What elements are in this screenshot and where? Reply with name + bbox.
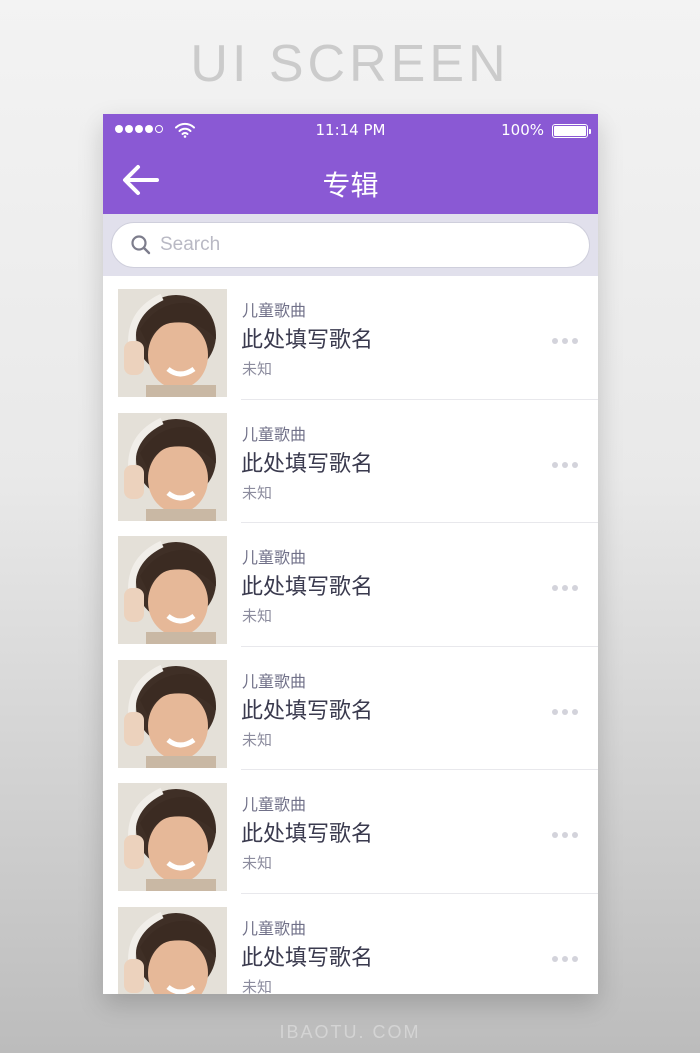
song-list-item[interactable]: 儿童歌曲 此处填写歌名 未知 [103,770,598,894]
song-artist: 未知 [242,977,273,995]
album-cover-image [118,536,227,644]
song-title: 此处填写歌名 [241,822,374,847]
album-cover-image [118,412,227,521]
song-title: 此处填写歌名 [241,328,374,353]
song-title: 此处填写歌名 [241,575,374,600]
song-artist: 未知 [242,730,273,749]
song-category: 儿童歌曲 [242,671,307,691]
album-cover-image [118,289,227,397]
more-options-button[interactable] [548,705,582,719]
search-bar[interactable] [111,222,590,268]
song-artist: 未知 [242,854,273,872]
more-dots-icon [552,338,558,344]
more-options-button[interactable] [548,581,582,595]
song-artist: 未知 [242,607,273,625]
poster-footer: IBAOTU. COM [279,1022,421,1042]
song-category: 儿童歌曲 [242,301,307,320]
more-options-button[interactable] [548,334,582,348]
battery-percent: 100% [501,121,544,139]
phone-screen: 11:14 PM 100% 专辑 Search 儿童歌曲 此处填写歌名 未知 儿… [103,114,598,994]
search-area [103,214,598,276]
song-title: 此处填写歌名 [241,451,374,477]
battery-icon [552,124,591,138]
album-cover-image [118,659,227,768]
song-list-item[interactable]: 儿童歌曲 此处填写歌名 未知 [103,523,598,647]
song-category: 儿童歌曲 [242,424,307,444]
song-list-item[interactable]: 儿童歌曲 此处填写歌名 未知 [103,894,598,995]
page-title: 专辑 [322,169,379,202]
more-dots-icon [552,955,558,962]
song-artist: 未知 [242,360,273,378]
song-list-item[interactable]: 儿童歌曲 此处填写歌名 未知 [103,400,598,523]
search-input[interactable] [160,234,540,256]
top-bar: 11:14 PM 100% 专辑 [103,114,598,214]
song-title: 此处填写歌名 [241,945,374,971]
song-list: 儿童歌曲 此处填写歌名 未知 儿童歌曲 此处填写歌名 未知 儿童歌曲 此处填写歌… [103,276,598,994]
song-artist: 未知 [242,483,273,502]
song-category: 儿童歌曲 [242,918,307,938]
more-dots-icon [552,461,558,468]
more-dots-icon [552,832,558,838]
more-dots-icon [552,585,558,591]
more-options-button[interactable] [548,952,582,966]
nav-bar: 专辑 [103,148,598,214]
song-category: 儿童歌曲 [242,548,307,567]
status-bar: 11:14 PM 100% [103,114,598,148]
search-icon [131,235,151,255]
more-dots-icon [552,708,558,715]
album-cover-image [118,783,227,891]
song-category: 儿童歌曲 [242,795,307,814]
song-title: 此处填写歌名 [241,698,374,724]
more-options-button[interactable] [548,458,582,472]
album-cover-image [118,906,227,994]
poster-title: UI SCREEN [190,35,510,93]
battery-fill [554,126,586,136]
song-list-item[interactable]: 儿童歌曲 此处填写歌名 未知 [103,276,598,400]
song-list-item[interactable]: 儿童歌曲 此处填写歌名 未知 [103,647,598,770]
more-options-button[interactable] [548,828,582,842]
